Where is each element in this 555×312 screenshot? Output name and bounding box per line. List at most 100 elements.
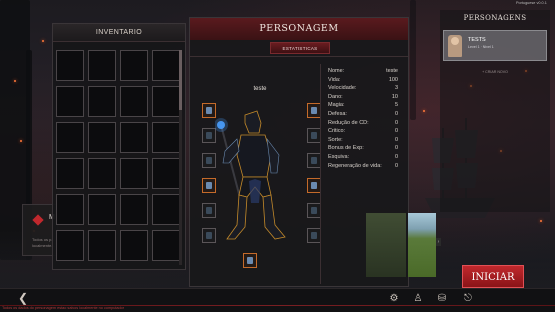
stat-value: 100 <box>388 76 398 83</box>
inventory-slot[interactable] <box>152 86 180 117</box>
inventory-slot[interactable] <box>88 50 116 81</box>
stat-value: 0 <box>394 136 398 143</box>
inventory-slot[interactable] <box>152 122 180 153</box>
avatar <box>448 35 462 57</box>
stat-row: Vida: 100 <box>328 76 398 85</box>
create-character-link[interactable]: + CRIAR NOVO <box>440 70 550 74</box>
equip-slot-cloak[interactable] <box>307 228 321 243</box>
stat-label: Velocidade: <box>328 85 357 92</box>
stat-value: teste <box>386 68 398 74</box>
inventory-slot[interactable] <box>56 86 84 117</box>
stat-label: Nome: <box>328 68 345 74</box>
inventory-slot[interactable] <box>120 230 148 261</box>
inventory-grid <box>56 50 180 261</box>
stat-label: Vida: <box>328 76 341 83</box>
equip-slot-amulet[interactable] <box>307 128 321 143</box>
stat-label: Sorte: <box>328 136 343 143</box>
stat-value: 3 <box>394 85 398 92</box>
exit-icon[interactable]: ⎋ <box>462 293 474 305</box>
stat-value: 0 <box>394 153 398 160</box>
back-arrow-icon[interactable]: ❮ <box>16 291 30 305</box>
stat-label: Bonus de Exp: <box>328 145 364 152</box>
inventory-slot[interactable] <box>152 194 180 225</box>
inventory-slot[interactable] <box>120 86 148 117</box>
character-title: PERSONAGEM <box>190 18 408 40</box>
stats-list: Nome: teste Vida: 100 Velocidade: 3 Dano: 10 Mag… <box>328 67 398 170</box>
character-card-selected[interactable]: TESTS Level 1 · Nivel 1 <box>443 30 547 61</box>
stat-value: 0 <box>394 145 398 152</box>
stat-row: Esquiva: 0 <box>328 153 398 162</box>
stat-value: 5 <box>394 102 398 109</box>
stat-value: 0 <box>394 119 398 126</box>
play-button[interactable]: INICIAR <box>462 265 524 288</box>
stat-value: 0 <box>394 128 398 135</box>
inventory-slot[interactable] <box>120 122 148 153</box>
footer-notice: Todos os dados do personagem estao salvo… <box>2 306 124 310</box>
equip-slot-weapon[interactable] <box>202 103 216 118</box>
stat-row: Velocidade: 3 <box>328 84 398 93</box>
equip-slot-chest[interactable] <box>307 153 321 168</box>
inventory-slot[interactable] <box>88 230 116 261</box>
inventory-slot[interactable] <box>56 230 84 261</box>
characters-title: PERSONAGENS <box>463 14 527 22</box>
stat-label: Magia: <box>328 102 345 109</box>
equip-slot-ring[interactable] <box>202 128 216 143</box>
inventory-panel: INVENTARIO <box>52 23 186 270</box>
character-card-subtitle: Level 1 · Nivel 1 <box>468 45 494 49</box>
stat-label: Regeneração de vida: <box>328 162 382 169</box>
version-label: Portuguese v0.0.1 <box>516 1 547 5</box>
equip-slot-boots[interactable] <box>307 203 321 218</box>
stat-label: Critico: <box>328 128 346 135</box>
inventory-slot[interactable] <box>120 50 148 81</box>
stat-label: Esquiva: <box>328 153 350 160</box>
equip-slot-legs[interactable] <box>307 178 321 193</box>
tab-statistics[interactable]: ESTATISTICAS <box>270 42 330 54</box>
inventory-slot[interactable] <box>56 122 84 153</box>
stat-row: Nome: teste <box>328 67 398 76</box>
stats-divider <box>320 64 321 284</box>
shop-icon[interactable]: ⛁ <box>436 293 448 305</box>
inventory-slot[interactable] <box>56 158 84 189</box>
character-model <box>215 110 286 240</box>
inventory-slot[interactable] <box>152 50 180 81</box>
user-icon[interactable]: ♙ <box>412 293 424 305</box>
stat-row: Defesa: 0 <box>328 110 398 119</box>
inventory-slot[interactable] <box>88 194 116 225</box>
gear-icon[interactable]: ⚙ <box>388 293 400 305</box>
inventory-slot[interactable] <box>88 86 116 117</box>
equip-slot-belt[interactable] <box>202 228 216 243</box>
equip-slot-mount[interactable] <box>243 253 257 268</box>
characters-panel: PERSONAGENS TESTS Level 1 · Nivel 1 + CR… <box>440 10 550 212</box>
stat-label: Defesa: <box>328 110 347 117</box>
inventory-slot[interactable] <box>120 158 148 189</box>
warning-icon <box>32 214 44 226</box>
stat-row: Sorte: 0 <box>328 136 398 145</box>
inventory-scrollbar[interactable] <box>179 50 182 265</box>
equip-slot-gloves[interactable] <box>202 153 216 168</box>
stat-row: Magia: 5 <box>328 101 398 110</box>
stat-label: Redução de CD: <box>328 119 369 126</box>
equip-slot-offhand[interactable] <box>202 178 216 193</box>
inventory-slot[interactable] <box>152 158 180 189</box>
inventory-slot[interactable] <box>152 230 180 261</box>
stat-row: Redução de CD: 0 <box>328 119 398 128</box>
stat-value: 10 <box>391 93 398 100</box>
character-name: teste <box>253 86 267 92</box>
inventory-slot[interactable] <box>56 50 84 81</box>
stat-value: 0 <box>394 162 398 169</box>
stat-row: Regeneração de vida: 0 <box>328 162 398 171</box>
inventory-slot[interactable] <box>120 194 148 225</box>
equip-slot-trinket[interactable] <box>202 203 216 218</box>
stat-row: Dano: 10 <box>328 93 398 102</box>
map-preview[interactable] <box>366 213 440 277</box>
inventory-title: INVENTARIO <box>53 24 185 42</box>
stat-label: Dano: <box>328 93 343 100</box>
stat-row: Critico: 0 <box>328 127 398 136</box>
inventory-slot[interactable] <box>88 158 116 189</box>
stat-value: 0 <box>394 110 398 117</box>
character-card-name: TESTS <box>468 37 486 43</box>
inventory-slot[interactable] <box>88 122 116 153</box>
inventory-slot[interactable] <box>56 194 84 225</box>
map-next-icon[interactable]: › <box>436 238 441 246</box>
equip-slot-helmet[interactable] <box>307 103 321 118</box>
